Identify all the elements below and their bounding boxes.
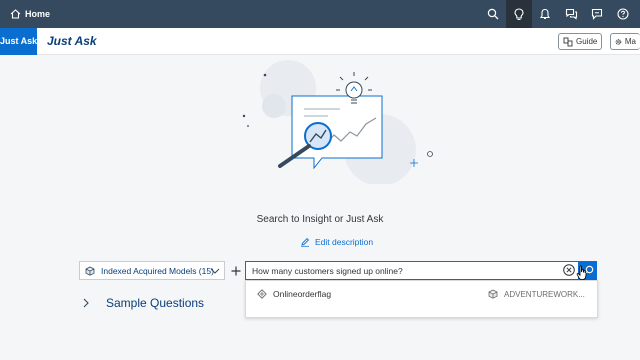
hand-cursor-icon bbox=[576, 265, 587, 280]
help-icon bbox=[617, 8, 629, 20]
app-tab[interactable]: Just Ask bbox=[0, 28, 37, 55]
lightbulb-icon bbox=[514, 7, 524, 20]
suggestion-dropdown: Onlineorderflag ADVENTUREWORK... bbox=[245, 280, 598, 318]
guide-label: Guide bbox=[576, 37, 598, 46]
app-header: Just Ask Just Ask Guide Ma bbox=[0, 28, 640, 55]
manage-label: Ma bbox=[624, 37, 636, 46]
insight-illustration bbox=[242, 60, 433, 184]
add-model-button[interactable] bbox=[227, 261, 244, 280]
model-cube-icon bbox=[85, 266, 95, 276]
guide-button[interactable]: Guide bbox=[558, 33, 603, 50]
guide-icon bbox=[563, 37, 573, 46]
subtitle: Search to Insight or Just Ask bbox=[256, 214, 384, 225]
edit-description-link[interactable]: Edit description bbox=[300, 237, 373, 247]
chevron-down-icon bbox=[210, 268, 220, 274]
dimension-icon bbox=[257, 289, 267, 299]
feedback-button[interactable] bbox=[584, 0, 610, 28]
discussions-button[interactable] bbox=[558, 0, 584, 28]
search-icon bbox=[487, 8, 499, 20]
clear-icon[interactable] bbox=[562, 263, 576, 277]
suggestion-name: Onlineorderflag bbox=[273, 289, 332, 299]
help-button[interactable] bbox=[610, 0, 636, 28]
feedback-icon bbox=[591, 8, 603, 20]
suggestion-model: ADVENTUREWORK... bbox=[504, 289, 585, 299]
suggestion-item[interactable]: Onlineorderflag ADVENTUREWORK... bbox=[246, 284, 597, 304]
model-cube-icon bbox=[488, 289, 498, 299]
sample-questions-label: Sample Questions bbox=[106, 296, 205, 310]
page-title: Just Ask bbox=[47, 34, 97, 48]
chat-icon bbox=[565, 8, 577, 20]
search-input[interactable]: How many customers signed up online? bbox=[245, 261, 579, 280]
home-icon bbox=[10, 9, 21, 19]
model-selector-value: Indexed Acquired Models (15) bbox=[101, 265, 214, 276]
shell-bar: Home bbox=[0, 0, 640, 28]
search-input-value: How many customers signed up online? bbox=[252, 265, 403, 276]
manage-button[interactable]: Ma bbox=[610, 33, 640, 50]
sample-questions-toggle[interactable]: Sample Questions bbox=[82, 296, 204, 310]
plus-icon bbox=[231, 266, 240, 275]
edit-description-label: Edit description bbox=[315, 237, 374, 247]
just-ask-button[interactable] bbox=[506, 0, 532, 28]
pencil-icon bbox=[301, 237, 310, 247]
gear-icon bbox=[615, 38, 622, 45]
search-button[interactable] bbox=[480, 0, 506, 28]
bell-icon bbox=[539, 8, 551, 20]
model-selector[interactable]: Indexed Acquired Models (15) bbox=[79, 261, 225, 280]
home-link[interactable]: Home bbox=[10, 9, 50, 19]
home-label: Home bbox=[25, 9, 51, 19]
notifications-button[interactable] bbox=[532, 0, 558, 28]
chevron-right-icon bbox=[83, 298, 89, 308]
